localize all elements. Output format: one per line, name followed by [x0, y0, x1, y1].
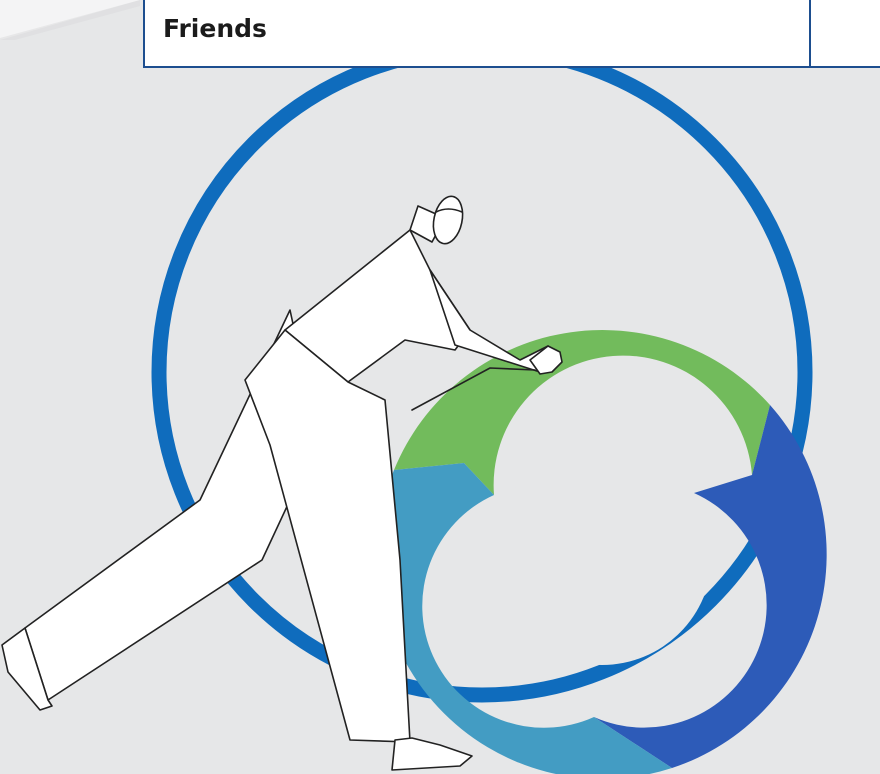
- table-header-row: Friends: [143, 0, 880, 68]
- table-header-cell-empty: [811, 0, 880, 66]
- cycle-donut: [377, 330, 827, 774]
- person-pushing-cycle-icon: [1, 41, 827, 774]
- person-front-shoe: [391, 737, 473, 771]
- cycle-hole: [492, 445, 712, 665]
- friends-column-header: Friends: [163, 13, 267, 43]
- page-fold-corner: [0, 0, 140, 40]
- person-head: [432, 195, 464, 245]
- table-header-cell: Friends: [145, 0, 811, 66]
